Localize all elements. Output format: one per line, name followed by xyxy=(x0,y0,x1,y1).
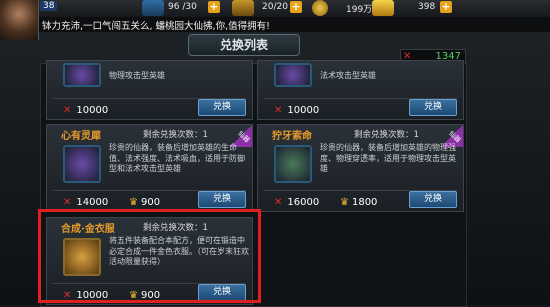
stamina-value: 96 /30 xyxy=(168,2,197,12)
item-description: 物理攻击型英雄 xyxy=(109,71,165,80)
item-gold-price: ♛ 1800 xyxy=(340,197,378,208)
energy-icon xyxy=(232,0,254,16)
announcement-marquee: 钵力充沛,一口气闯五关么, 蟠桃园大仙拂,你,值得拥有! xyxy=(0,17,550,33)
exchange-button[interactable]: 兑换 xyxy=(198,99,246,116)
exchange-card: 法术攻击型英雄 ✕ 10000 兑换 xyxy=(257,60,464,120)
gold-coin-icon xyxy=(312,0,328,16)
diamond-crown-icon xyxy=(372,0,394,16)
item-description: 法术攻击型英雄 xyxy=(320,71,376,80)
stamina-icon xyxy=(142,0,164,16)
exchange-currency-icon: ✕ xyxy=(63,105,72,116)
exchange-button[interactable]: 兑换 xyxy=(409,191,457,208)
announcement-text: 钵力充沛,一口气闯五关么, 蟠桃园大仙拂,你,值得拥有! xyxy=(42,21,270,32)
item-price: ✕ 16000 xyxy=(274,197,320,208)
item-price: ✕ 10000 xyxy=(63,105,109,116)
remaining-count: 剩余兑换次数：1 xyxy=(143,130,208,140)
gold-value: 199万 xyxy=(346,5,373,15)
exchange-card: 心有灵犀 剩余兑换次数：1 仙器 珍贵的仙器，装备后增加英雄的生命值、法术强度、… xyxy=(46,124,253,212)
add-stamina-button[interactable]: + xyxy=(208,1,220,13)
exchange-button[interactable]: 兑换 xyxy=(198,191,246,208)
exchange-currency-icon: ✕ xyxy=(274,105,283,116)
item-thumbnail xyxy=(63,63,101,87)
item-price: ✕ 14000 xyxy=(63,197,109,208)
exchange-card: 狞牙索命 剩余兑换次数：1 仙器 珍贵的仙器，装备后增加英雄的物理强度、物理穿透… xyxy=(257,124,464,212)
item-name: 狞牙索命 xyxy=(272,131,312,142)
gold-crown-icon: ♛ xyxy=(129,197,138,208)
energy-value: 20/20 xyxy=(262,2,288,12)
add-diamond-button[interactable]: + xyxy=(440,1,452,13)
exchange-card: 物理攻击型英雄 ✕ 10000 兑换 xyxy=(46,60,253,120)
resource-bar: 96 /30 + 20/20 + 199万 398 + xyxy=(0,0,550,18)
highlight-box xyxy=(38,209,261,303)
player-level: 38 xyxy=(40,1,58,11)
exchange-button[interactable]: 兑换 xyxy=(409,99,457,116)
panel-title: 兑换列表 xyxy=(188,34,300,56)
item-name: 心有灵犀 xyxy=(61,131,101,142)
gold-crown-icon: ♛ xyxy=(340,197,349,208)
item-gold-price: ♛ 900 xyxy=(129,197,161,208)
remaining-count: 剩余兑换次数：1 xyxy=(354,130,419,140)
item-thumbnail xyxy=(63,145,101,183)
add-energy-button[interactable]: + xyxy=(290,1,302,13)
exchange-currency-icon: ✕ xyxy=(274,197,283,208)
player-avatar[interactable] xyxy=(0,0,39,40)
diamond-value: 398 xyxy=(418,2,436,12)
item-description: 珍贵的仙器，装备后增加英雄的物理强度、物理穿透率，适用于物理攻击型英雄 xyxy=(320,143,456,173)
exchange-currency-icon: ✕ xyxy=(63,197,72,208)
item-thumbnail xyxy=(274,63,312,87)
item-price: ✕ 10000 xyxy=(274,105,320,116)
item-description: 珍贵的仙器，装备后增加英雄的生命值、法术强度、法术吸血，适用于防御型和法术攻击型… xyxy=(109,143,245,173)
item-thumbnail xyxy=(274,145,312,183)
